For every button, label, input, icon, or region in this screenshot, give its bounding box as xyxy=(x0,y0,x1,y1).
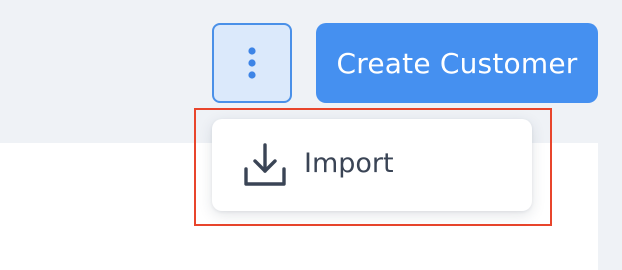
dropdown-menu: Import xyxy=(212,119,532,211)
create-customer-button[interactable]: Create Customer xyxy=(316,23,598,103)
more-options-button[interactable] xyxy=(212,23,292,103)
vertical-ellipsis-icon xyxy=(246,45,258,81)
menu-item-import[interactable]: Import xyxy=(212,119,532,211)
menu-item-label: Import xyxy=(304,148,394,179)
download-icon xyxy=(243,142,287,188)
